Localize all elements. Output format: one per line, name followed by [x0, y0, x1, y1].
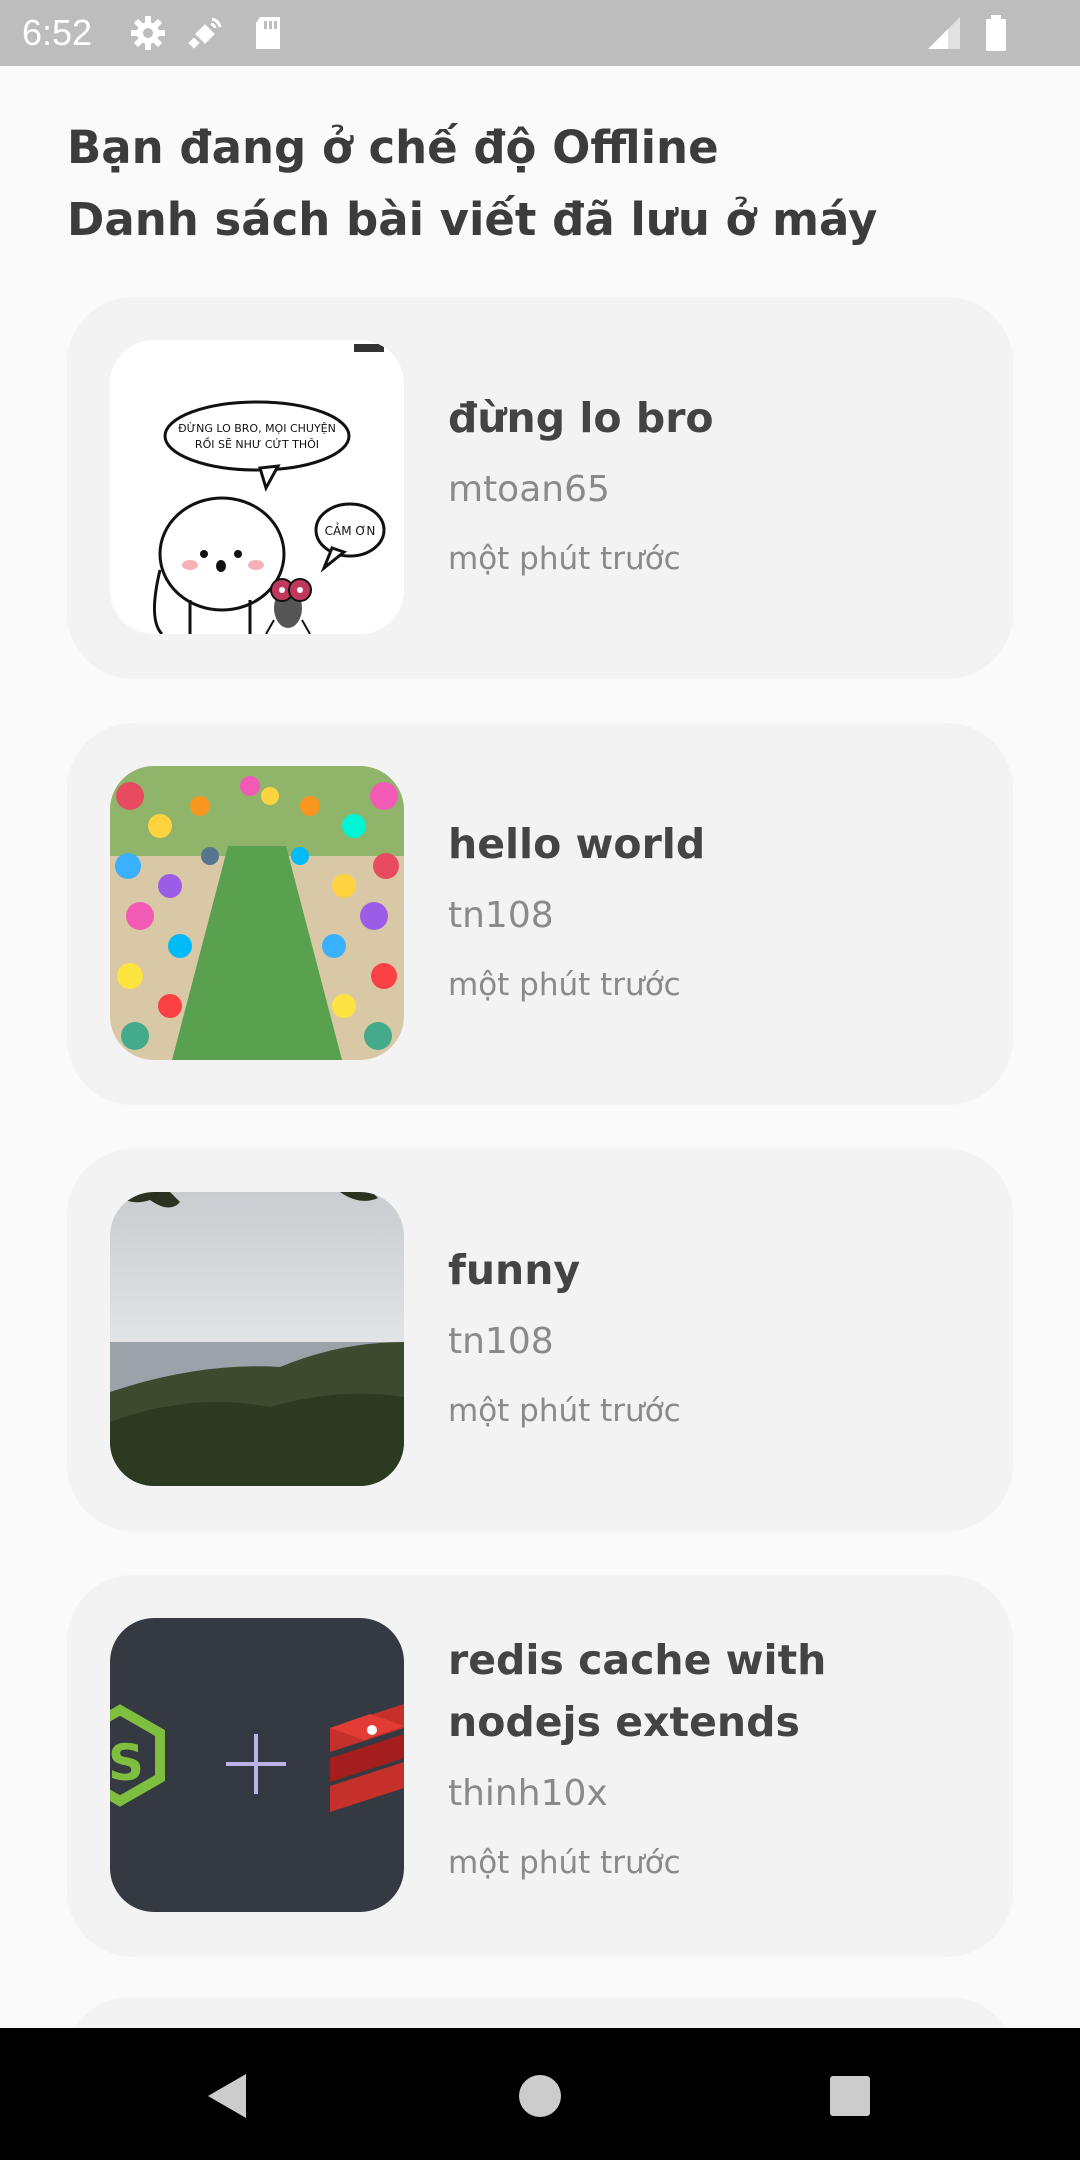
- post-time: một phút trước: [448, 1845, 681, 1881]
- post-thumbnail: S: [110, 1618, 404, 1912]
- post-time: một phút trước: [448, 967, 681, 1003]
- back-icon[interactable]: [196, 2064, 260, 2128]
- navigation-bar: [0, 2028, 1080, 2160]
- status-bar: 6:52: [0, 0, 1080, 66]
- svg-text:RỒI SẼ NHƯ CỨT THÔI: RỒI SẼ NHƯ CỨT THÔI: [195, 437, 319, 451]
- post-info: đừng lo bro mtoan65 một phút trước: [448, 387, 988, 581]
- sd-card-icon: [248, 13, 288, 53]
- home-icon[interactable]: [508, 2064, 572, 2128]
- post-thumbnail: [110, 766, 404, 1060]
- post-author: thinh10x: [448, 1773, 608, 1814]
- post-card[interactable]: funny tn108 một phút trước: [67, 1149, 1013, 1531]
- post-card[interactable]: S redis cache with nodejs extends thinh1…: [67, 1575, 1013, 1957]
- post-author: mtoan65: [448, 469, 610, 510]
- post-info: hello world tn108 một phút trước: [448, 813, 988, 1007]
- post-author: tn108: [448, 1321, 554, 1362]
- offline-notice: Bạn đang ở chế độ Offline: [67, 121, 719, 174]
- svg-text:S: S: [110, 1734, 144, 1792]
- satellite-icon: [186, 13, 226, 53]
- post-info: redis cache with nodejs extends thinh10x…: [448, 1629, 988, 1885]
- post-title[interactable]: hello world: [448, 813, 988, 875]
- status-time: 6:52: [22, 12, 93, 53]
- recents-icon[interactable]: [818, 2064, 882, 2128]
- svg-text:ĐỪNG LO BRO, MỌI CHUYỆN: ĐỪNG LO BRO, MỌI CHUYỆN: [178, 422, 336, 435]
- post-info: funny tn108 một phút trước: [448, 1239, 988, 1433]
- post-card[interactable]: ĐỪNG LO BRO, MỌI CHUYỆN RỒI SẼ NHƯ CỨT T…: [67, 297, 1013, 679]
- signal-icon: [924, 13, 964, 53]
- battery-icon: [976, 13, 1016, 53]
- post-thumbnail: [110, 1192, 404, 1486]
- post-title[interactable]: đừng lo bro: [448, 387, 988, 449]
- post-thumbnail: ĐỪNG LO BRO, MỌI CHUYỆN RỒI SẼ NHƯ CỨT T…: [110, 340, 404, 634]
- post-time: một phút trước: [448, 1393, 681, 1429]
- post-card[interactable]: hello world tn108 một phút trước: [67, 723, 1013, 1105]
- post-author: tn108: [448, 895, 554, 936]
- gear-icon: [128, 13, 168, 53]
- saved-posts-title: Danh sách bài viết đã lưu ở máy: [67, 193, 878, 246]
- svg-text:CẢM ƠN: CẢM ƠN: [325, 522, 376, 538]
- post-title[interactable]: funny: [448, 1239, 988, 1301]
- post-title[interactable]: redis cache with nodejs extends: [448, 1629, 988, 1753]
- post-time: một phút trước: [448, 541, 681, 577]
- page-header: Bạn đang ở chế độ Offline Danh sách bài …: [67, 112, 1017, 256]
